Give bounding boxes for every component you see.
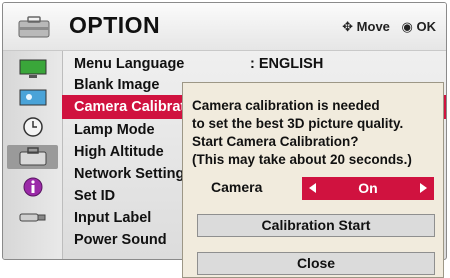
hint-move-label: Move bbox=[356, 19, 390, 34]
category-sidebar bbox=[3, 51, 63, 259]
dialog-message-line: Start Camera Calibration? bbox=[192, 134, 359, 149]
menu-item-label: Set ID bbox=[74, 188, 116, 204]
ok-icon: ◉ bbox=[401, 19, 413, 34]
option-category-icon[interactable] bbox=[7, 145, 58, 169]
camera-selector[interactable]: On bbox=[302, 177, 434, 200]
page-title: OPTION bbox=[69, 12, 161, 38]
menu-item-label: Menu Language bbox=[74, 56, 185, 72]
clock-icon[interactable] bbox=[15, 115, 51, 139]
menu-item-label: Blank Image bbox=[74, 77, 160, 93]
menu-item-label: Input Label bbox=[74, 210, 152, 226]
dialog-message-line: to set the best 3D picture quality. bbox=[192, 116, 404, 131]
menu-item-label: High Altitude bbox=[74, 144, 164, 160]
menu-item-label: Power Sound bbox=[74, 232, 167, 248]
option-briefcase-icon bbox=[18, 16, 50, 38]
close-button[interactable]: Close bbox=[197, 252, 435, 275]
menu-header: OPTION ✥ Move ◉ OK bbox=[3, 3, 446, 51]
menu-item-label: Lamp Mode bbox=[74, 122, 155, 138]
calibration-start-button[interactable]: Calibration Start bbox=[197, 214, 435, 237]
screen-icon[interactable] bbox=[15, 86, 51, 110]
dialog-message-line: Camera calibration is needed bbox=[192, 98, 380, 113]
arrow-left-icon[interactable] bbox=[309, 183, 316, 193]
hint-ok-label: OK bbox=[416, 19, 437, 34]
navigation-hint: ✥ Move ◉ OK bbox=[342, 19, 436, 35]
info-icon[interactable] bbox=[15, 175, 51, 199]
dialog-message: Camera calibration is needed to set the … bbox=[192, 97, 412, 169]
camera-label: Camera bbox=[211, 179, 263, 195]
picture-monitor-icon[interactable] bbox=[15, 57, 51, 81]
move-icon: ✥ bbox=[342, 19, 354, 34]
menu-item-label: Network Setting bbox=[74, 166, 185, 182]
arrow-right-icon[interactable] bbox=[420, 183, 427, 193]
dialog-message-line: (This may take about 20 seconds.) bbox=[192, 152, 412, 167]
usb-icon[interactable] bbox=[15, 205, 51, 229]
menu-item-label: Camera Calibrat bbox=[74, 99, 186, 115]
camera-value: On bbox=[358, 180, 378, 196]
camera-calibration-dialog: Camera calibration is needed to set the … bbox=[182, 82, 444, 278]
